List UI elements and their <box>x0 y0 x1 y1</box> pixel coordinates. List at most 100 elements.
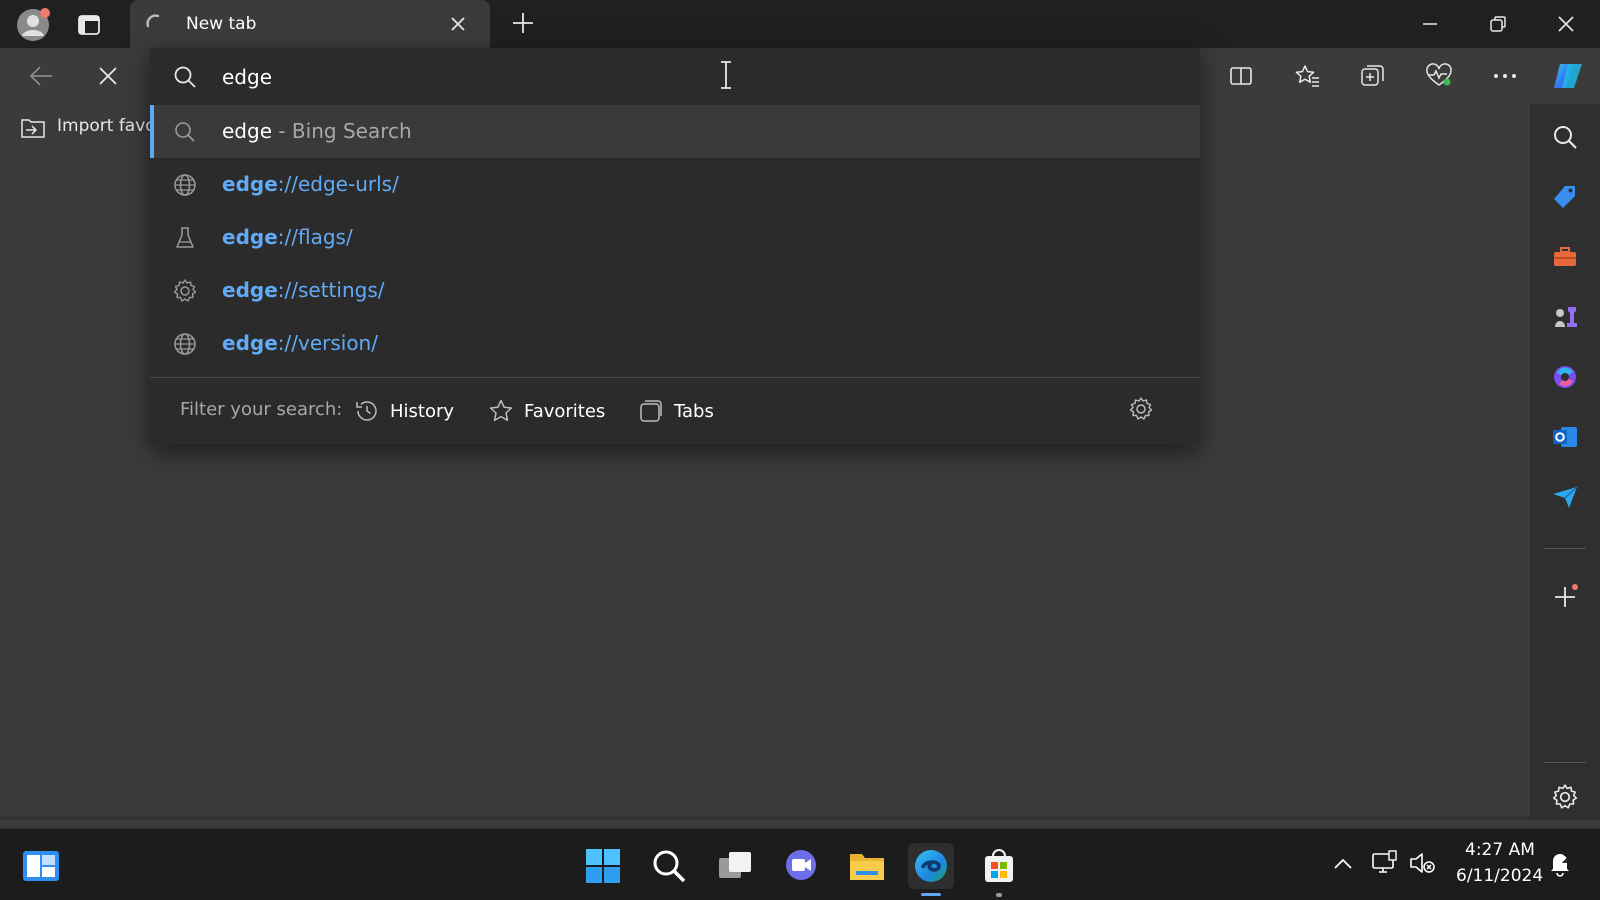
widgets-button[interactable] <box>18 843 64 889</box>
search-icon <box>172 64 198 90</box>
tabs-icon <box>640 400 662 422</box>
plus-icon <box>1555 584 1578 607</box>
sidebar-add-button[interactable] <box>1548 580 1582 614</box>
filter-favorites-button[interactable]: Favorites <box>488 392 605 430</box>
sidebar-outlook-button[interactable] <box>1548 420 1582 454</box>
folder-icon <box>850 854 884 880</box>
close-icon <box>451 17 465 31</box>
sidebar-settings-button[interactable] <box>1548 780 1582 814</box>
price-tag-icon <box>1554 186 1575 208</box>
filter-history-button[interactable]: History <box>354 392 454 430</box>
browser-essentials-button[interactable] <box>1422 60 1456 92</box>
close-icon <box>99 67 117 85</box>
sidebar-copilot-button[interactable] <box>1548 360 1582 394</box>
filter-tabs-button[interactable]: Tabs <box>638 392 714 430</box>
taskbar-search-button[interactable] <box>646 843 692 889</box>
gear-icon <box>1552 784 1578 809</box>
teams-chat-button[interactable] <box>778 843 824 889</box>
sidebar-shopping-button[interactable] <box>1548 180 1582 214</box>
tab-new-tab[interactable]: New tab <box>130 0 490 48</box>
close-icon <box>1558 16 1574 32</box>
back-button[interactable] <box>24 60 58 92</box>
suggestion-item[interactable]: edge://settings/ <box>150 264 1200 317</box>
toolbox-icon <box>1554 247 1576 266</box>
store-running-indicator <box>996 893 1002 897</box>
new-tab-button[interactable] <box>508 8 538 38</box>
profile-button[interactable] <box>14 6 52 44</box>
speaker-muted-icon <box>1410 853 1435 873</box>
chevron-up-icon <box>1334 858 1352 869</box>
gear-icon <box>1129 397 1153 420</box>
windows-taskbar: 4:27 AM 6/11/2024 <box>0 828 1600 900</box>
sidebar-tools-button[interactable] <box>1548 240 1582 274</box>
network-monitor-icon <box>1372 850 1397 873</box>
suggestion-item[interactable]: edge://edge-urls/ <box>150 158 1200 211</box>
notification-bell-icon <box>1551 854 1574 877</box>
suggestion-source: - Bing Search <box>272 119 412 143</box>
globe-icon <box>172 331 198 357</box>
suggestion-url: ://edge-urls/ <box>277 172 399 196</box>
start-button[interactable] <box>580 843 626 889</box>
clock-date[interactable]: 6/11/2024 <box>1456 866 1543 886</box>
show-hidden-icons-button[interactable] <box>1332 853 1356 877</box>
text-cursor-icon <box>718 60 734 90</box>
suggestion-highlight: edge <box>222 172 278 196</box>
search-filter-row: Filter your search: History Favorites Ta… <box>150 378 1200 444</box>
globe-icon <box>172 172 198 198</box>
gear-icon <box>172 278 198 304</box>
edge-active-indicator <box>921 893 941 896</box>
file-explorer-button[interactable] <box>844 843 890 889</box>
minimize-icon <box>1423 23 1437 25</box>
favorites-button[interactable] <box>1290 60 1324 92</box>
network-status-button[interactable] <box>1370 849 1400 879</box>
sidebar-games-button[interactable] <box>1548 300 1582 334</box>
edge-sidebar <box>1530 104 1600 820</box>
filter-label: Filter your search: <box>180 399 343 420</box>
notifications-button[interactable] <box>1546 849 1576 879</box>
microsoft-store-button[interactable] <box>976 843 1022 889</box>
sidebar-divider <box>1544 548 1586 549</box>
suggestion-item[interactable]: edge://version/ <box>150 317 1200 370</box>
store-icon <box>985 849 1013 882</box>
suggestion-url: ://settings/ <box>277 278 385 302</box>
history-icon <box>356 401 377 421</box>
task-view-icon <box>719 852 751 878</box>
address-bar-dropdown: edge - Bing Search edge://edge-urls/ edg… <box>150 48 1200 444</box>
clock-time[interactable]: 4:27 AM <box>1465 840 1535 860</box>
suggestion-url: ://flags/ <box>277 225 353 249</box>
settings-and-more-button[interactable] <box>1488 60 1522 92</box>
filter-history-label: History <box>390 400 455 422</box>
tab-actions-icon <box>78 15 100 35</box>
outlook-icon <box>1553 427 1577 447</box>
suggestion-highlight: edge <box>222 331 278 355</box>
split-screen-button[interactable] <box>1224 60 1258 92</box>
sidebar-drop-button[interactable] <box>1548 480 1582 514</box>
collections-icon <box>1361 65 1384 86</box>
restore-button[interactable] <box>1478 8 1518 40</box>
tab-actions-button[interactable] <box>72 8 106 42</box>
import-favorites-button[interactable]: Import favo <box>57 116 156 136</box>
widgets-icon <box>23 851 59 881</box>
tab-close-button[interactable] <box>446 12 470 36</box>
sidebar-search-button[interactable] <box>1548 120 1582 154</box>
suggestion-query: edge <box>222 119 272 143</box>
address-bar <box>150 48 1200 105</box>
close-window-button[interactable] <box>1546 8 1586 40</box>
page-edge <box>0 816 1530 820</box>
stop-loading-button[interactable] <box>92 60 124 92</box>
copilot-button[interactable] <box>1548 56 1588 96</box>
search-icon <box>172 119 198 145</box>
volume-muted-button[interactable] <box>1408 849 1438 879</box>
minimize-button[interactable] <box>1410 8 1450 40</box>
edge-taskbar-button[interactable] <box>908 843 954 889</box>
search-settings-button[interactable] <box>1128 396 1158 426</box>
send-paper-plane-icon <box>1553 486 1578 508</box>
task-view-button[interactable] <box>712 843 758 889</box>
copilot-icon <box>1554 64 1582 88</box>
suggestion-item[interactable]: edge://flags/ <box>150 211 1200 264</box>
favorites-star-icon <box>1295 65 1319 87</box>
suggestion-item[interactable]: edge - Bing Search <box>150 105 1200 158</box>
address-input[interactable] <box>222 62 1122 92</box>
filter-favorites-label: Favorites <box>524 400 606 422</box>
collections-button[interactable] <box>1356 60 1390 92</box>
